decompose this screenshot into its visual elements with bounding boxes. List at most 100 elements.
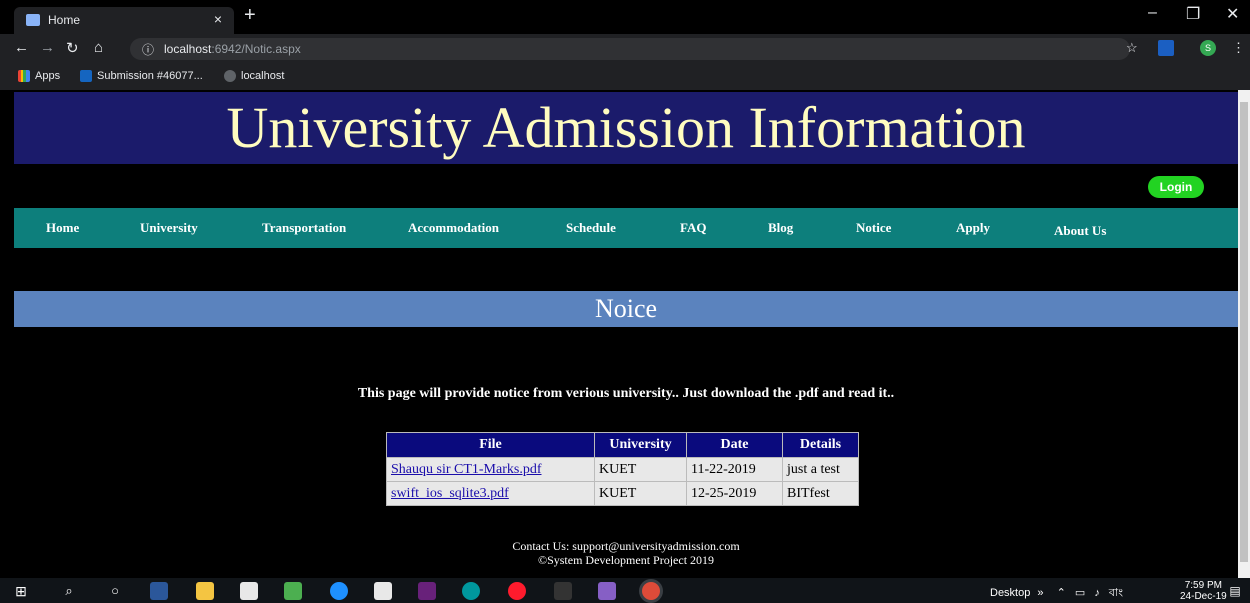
notice-table: File University Date Details Shauqu sir … — [386, 432, 859, 506]
chrome-icon[interactable] — [642, 582, 660, 600]
scrollbar-thumb[interactable] — [1240, 102, 1248, 562]
nav-item-accommodation[interactable]: Accommodation — [408, 220, 499, 236]
menu-icon[interactable]: ⋮ — [1232, 40, 1245, 56]
home-icon[interactable]: ⌂ — [94, 39, 103, 56]
footer-contact: Contact Us: support@universityadmission.… — [512, 539, 740, 553]
nav-item-transportation[interactable]: Transportation — [262, 220, 346, 236]
window-close-icon[interactable]: ✕ — [1226, 4, 1239, 24]
network-icon[interactable]: ▭ — [1075, 587, 1085, 599]
tab-close-icon[interactable]: × — [214, 11, 222, 27]
bookmark-label: Submission #46077... — [97, 70, 203, 82]
nav-item-home[interactable]: Home — [46, 220, 79, 236]
date-cell: 12-25-2019 — [686, 481, 783, 506]
column-header-university: University — [594, 432, 687, 458]
date-cell: 11-22-2019 — [686, 457, 783, 482]
cortana-icon[interactable]: ○ — [106, 582, 124, 600]
nav-item-schedule[interactable]: Schedule — [566, 220, 616, 236]
visual-studio-blue-icon[interactable] — [598, 582, 616, 600]
arduino-icon[interactable] — [462, 582, 480, 600]
site-title: University Admission Information — [226, 95, 1026, 160]
column-header-details: Details — [782, 432, 859, 458]
section-header: Noice — [14, 291, 1238, 327]
bookmark-label: localhost — [241, 70, 285, 82]
table-header-row: File University Date Details — [386, 432, 859, 458]
store-icon[interactable] — [240, 582, 258, 600]
submission-favicon-icon — [80, 70, 92, 82]
university-cell: KUET — [594, 457, 687, 482]
page-footer: Contact Us: support@universityadmission.… — [14, 539, 1238, 567]
site-info-icon[interactable]: ⓘ — [142, 41, 154, 58]
bookmark-star-icon[interactable]: ☆ — [1126, 40, 1138, 56]
nav-item-notice[interactable]: Notice — [856, 220, 891, 236]
bookmark-submission[interactable]: Submission #46077... — [80, 70, 203, 82]
url-text: localhost:6942/Notic.aspx — [164, 42, 301, 56]
tab-title: Home — [48, 13, 81, 27]
page-favicon-icon — [26, 14, 40, 26]
mail-icon[interactable] — [374, 582, 392, 600]
desktop-toolbar-label[interactable]: Desktop — [990, 587, 1030, 599]
address-bar[interactable]: ⓘ localhost:6942/Notic.aspx — [130, 38, 1130, 60]
section-title: Noice — [594, 294, 658, 323]
bookmark-label: Apps — [35, 70, 61, 82]
file-cell: Shauqu sir CT1-Marks.pdf — [386, 457, 595, 482]
back-icon[interactable]: ← — [14, 39, 29, 56]
volume-icon[interactable]: ♪ — [1094, 587, 1100, 599]
main-nav: Home University Transportation Accommoda… — [14, 208, 1238, 248]
column-header-date: Date — [686, 432, 783, 458]
search-icon[interactable]: ⌕ — [60, 582, 78, 600]
university-cell: KUET — [594, 481, 687, 506]
opera-icon[interactable] — [508, 582, 526, 600]
page-content: University Admission Information Login H… — [14, 90, 1238, 578]
nav-item-about-us[interactable]: About Us — [1054, 223, 1106, 239]
browser-tab[interactable]: Home × — [14, 7, 234, 34]
nav-item-faq[interactable]: FAQ — [680, 220, 706, 236]
footer-copyright: ©System Development Project 2019 — [537, 553, 715, 567]
restore-icon[interactable]: ❐ — [1186, 4, 1200, 24]
system-tray: Desktop » ⌃ ▭ ♪ বাং — [990, 584, 1123, 603]
reload-icon[interactable]: ↻ — [66, 39, 79, 57]
chevron-icon[interactable]: » — [1037, 587, 1043, 599]
file-explorer-icon[interactable] — [196, 582, 214, 600]
apps-grid-icon — [18, 70, 30, 82]
table-row: swift_ios_sqlite3.pdf KUET 12-25-2019 BI… — [386, 481, 859, 506]
column-header-file: File — [386, 432, 595, 458]
terminal-icon[interactable] — [554, 582, 572, 600]
browser-tab-strip: Home × + – ❐ ✕ — [0, 0, 1250, 34]
word-icon[interactable] — [150, 582, 168, 600]
tray-up-icon[interactable]: ⌃ — [1057, 587, 1066, 599]
page-scrollbar[interactable] — [1238, 90, 1250, 578]
intro-text: This page will provide notice from verio… — [357, 386, 895, 401]
app-icon[interactable] — [284, 582, 302, 600]
file-link[interactable]: swift_ios_sqlite3.pdf — [391, 486, 509, 501]
nav-item-blog[interactable]: Blog — [768, 220, 793, 236]
site-banner: University Admission Information — [14, 92, 1238, 164]
browser-toolbar: ← → ↻ ⌂ ⓘ localhost:6942/Notic.aspx ☆ S … — [0, 34, 1250, 64]
minimize-icon[interactable]: – — [1148, 4, 1157, 22]
url-host: localhost — [164, 42, 212, 56]
nav-item-apply[interactable]: Apply — [956, 220, 990, 236]
bookmark-localhost[interactable]: localhost — [224, 70, 284, 82]
forward-icon[interactable]: → — [40, 39, 55, 56]
file-link[interactable]: Shauqu sir CT1-Marks.pdf — [391, 462, 542, 477]
language-indicator[interactable]: বাং — [1109, 587, 1123, 599]
notifications-icon[interactable]: ▤ — [1226, 582, 1244, 600]
visual-studio-icon[interactable] — [418, 582, 436, 600]
file-cell: swift_ios_sqlite3.pdf — [386, 481, 595, 506]
details-cell: just a test — [782, 457, 859, 482]
extension-icon[interactable] — [1158, 40, 1174, 56]
nav-item-university[interactable]: University — [140, 220, 198, 236]
windows-start-icon[interactable]: ⊞ — [12, 582, 30, 600]
table-row: Shauqu sir CT1-Marks.pdf KUET 11-22-2019… — [386, 457, 859, 482]
login-button[interactable]: Login — [1148, 176, 1204, 198]
profile-avatar[interactable]: S — [1200, 40, 1216, 56]
clock-date: 24-Dec-19 — [1180, 591, 1227, 602]
clock[interactable]: 7:59 PM 24-Dec-19 — [1180, 580, 1227, 602]
details-cell: BITfest — [782, 481, 859, 506]
clock-time: 7:59 PM — [1184, 580, 1222, 591]
globe-icon — [224, 70, 236, 82]
new-tab-button[interactable]: + — [244, 4, 256, 27]
bookmarks-bar: Apps Submission #46077... localhost — [0, 64, 1250, 90]
url-path: :6942/Notic.aspx — [211, 42, 301, 56]
edge-icon[interactable] — [330, 582, 348, 600]
bookmark-apps[interactable]: Apps — [18, 70, 60, 82]
